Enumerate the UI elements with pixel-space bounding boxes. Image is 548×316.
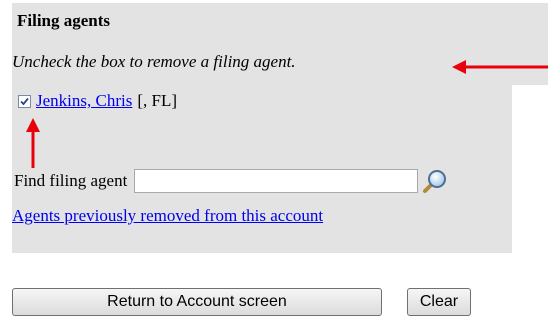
clear-button[interactable]: Clear: [407, 288, 471, 316]
section-heading: Filing agents: [17, 11, 111, 30]
removed-agents-link[interactable]: Agents previously removed from this acco…: [12, 206, 323, 226]
find-agent-label: Find filing agent: [14, 171, 128, 190]
agent-name-link[interactable]: Jenkins, Chris: [36, 91, 132, 111]
annotation-arrow-up-icon: [26, 118, 40, 168]
magnifier-icon[interactable]: [422, 168, 448, 194]
agent-location: [, FL]: [137, 91, 178, 110]
find-agent-input[interactable]: [134, 169, 419, 193]
instruction-text: Uncheck the box to remove a filing agent…: [12, 52, 296, 71]
agent-checkbox[interactable]: [18, 95, 31, 108]
agent-row: Jenkins, Chris [, FL]: [18, 90, 177, 112]
find-agent-row: Find filing agent: [14, 167, 448, 195]
annotation-arrow-left-icon: [452, 60, 548, 74]
checkmark-icon: [20, 97, 29, 106]
return-to-account-button[interactable]: Return to Account screen: [12, 288, 382, 316]
